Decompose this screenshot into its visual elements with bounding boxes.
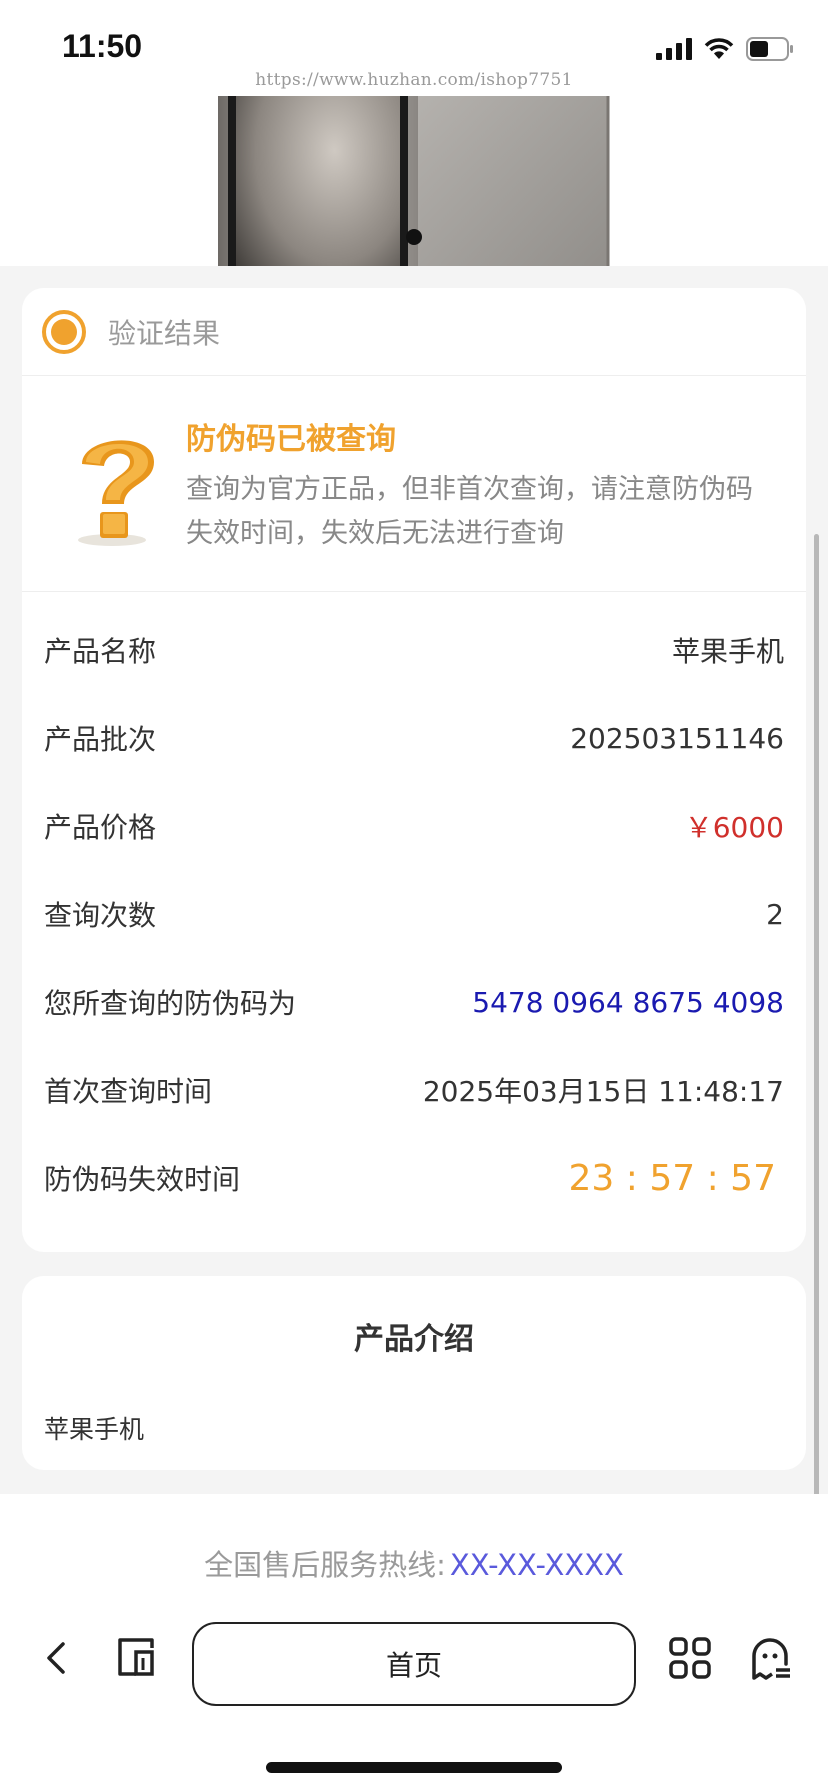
hotline: 全国售后服务热线: XX-XX-XXXX: [0, 1542, 828, 1584]
tabs-button[interactable]: [108, 1630, 164, 1686]
intro-body: 苹果手机: [44, 1415, 145, 1444]
carousel-dot[interactable]: [406, 229, 422, 245]
info-value: 2: [766, 897, 784, 931]
info-value: 2025年03月15日 11:48:17: [422, 1075, 784, 1108]
hotline-label: 全国售后服务热线:: [204, 1548, 446, 1582]
watermark-url: https://www.huzhan.com/ishop7751: [255, 70, 573, 90]
hotline-number-link[interactable]: XX-XX-XXXX: [450, 1548, 624, 1582]
alert-text: 查询为官方正品，但非首次查询，请注意防伪码失效时间，失效后无法进行查询: [186, 474, 753, 549]
info-list: 产品名称 苹果手机 产品批次 202503151146 产品价格 ￥6000 查…: [22, 592, 806, 1222]
home-button[interactable]: 首页: [192, 1622, 636, 1706]
info-value: 202503151146: [570, 721, 784, 755]
info-label: 产品价格: [44, 811, 157, 844]
status-time: 11:50: [62, 28, 143, 64]
scroll-indicator[interactable]: [814, 534, 819, 1514]
home-indicator[interactable]: [266, 1762, 562, 1773]
back-button[interactable]: [28, 1630, 84, 1686]
product-image-carousel[interactable]: [0, 96, 828, 266]
apps-button[interactable]: [662, 1630, 718, 1686]
info-row-anti-fake-code: 您所查询的防伪码为 5478 0964 8675 4098: [44, 958, 784, 1046]
question-mark-icon: [78, 440, 154, 546]
info-label: 首次查询时间: [44, 1075, 213, 1108]
info-row-expiry-time: 防伪码失效时间 23 : 57 : 57: [44, 1134, 784, 1222]
info-value: 苹果手机: [671, 635, 784, 668]
info-label: 产品名称: [44, 635, 157, 668]
verification-result-card: 验证结果 防伪码已被查询 查询为官方正品，但非首次查询，请注意防伪码失效时间，失…: [22, 288, 806, 1252]
info-label: 您所查询的防伪码为: [44, 987, 297, 1020]
alert-box: 防伪码已被查询 查询为官方正品，但非首次查询，请注意防伪码失效时间，失效后无法进…: [22, 376, 806, 592]
anti-fake-code-value: 5478 0964 8675 4098: [472, 985, 784, 1019]
info-label: 查询次数: [44, 899, 157, 932]
info-row-product-price: 产品价格 ￥6000: [44, 782, 784, 870]
browser-toolbar: 首页: [0, 1600, 828, 1720]
info-row-product-batch: 产品批次 202503151146: [44, 694, 784, 782]
info-row-product-name: 产品名称 苹果手机: [44, 606, 784, 694]
wifi-icon: [704, 38, 734, 59]
info-label: 产品批次: [44, 723, 157, 756]
ghost-icon: [752, 1638, 790, 1680]
product-intro-card: 产品介绍 苹果手机: [22, 1276, 806, 1470]
info-row-first-query-time: 首次查询时间 2025年03月15日 11:48:17: [44, 1046, 784, 1134]
countdown-timer: 23 : 57 : 57: [568, 1157, 776, 1199]
battery-icon: [746, 37, 793, 61]
price-value: ￥6000: [684, 811, 784, 844]
info-label: 防伪码失效时间: [44, 1163, 241, 1196]
radio-selected-icon: [42, 309, 86, 354]
info-row-query-count: 查询次数 2: [44, 870, 784, 958]
tabs-icon: [118, 1638, 154, 1676]
signal-icon: [656, 38, 692, 60]
profile-button[interactable]: [742, 1630, 798, 1686]
result-header-label: 验证结果: [108, 316, 221, 350]
status-icons: [656, 34, 794, 64]
alert-title: 防伪码已被查询: [186, 422, 396, 457]
grid-icon: [669, 1637, 711, 1679]
result-header: 验证结果: [22, 288, 806, 376]
chevron-left-icon: [47, 1642, 65, 1674]
intro-title: 产品介绍: [354, 1322, 474, 1357]
